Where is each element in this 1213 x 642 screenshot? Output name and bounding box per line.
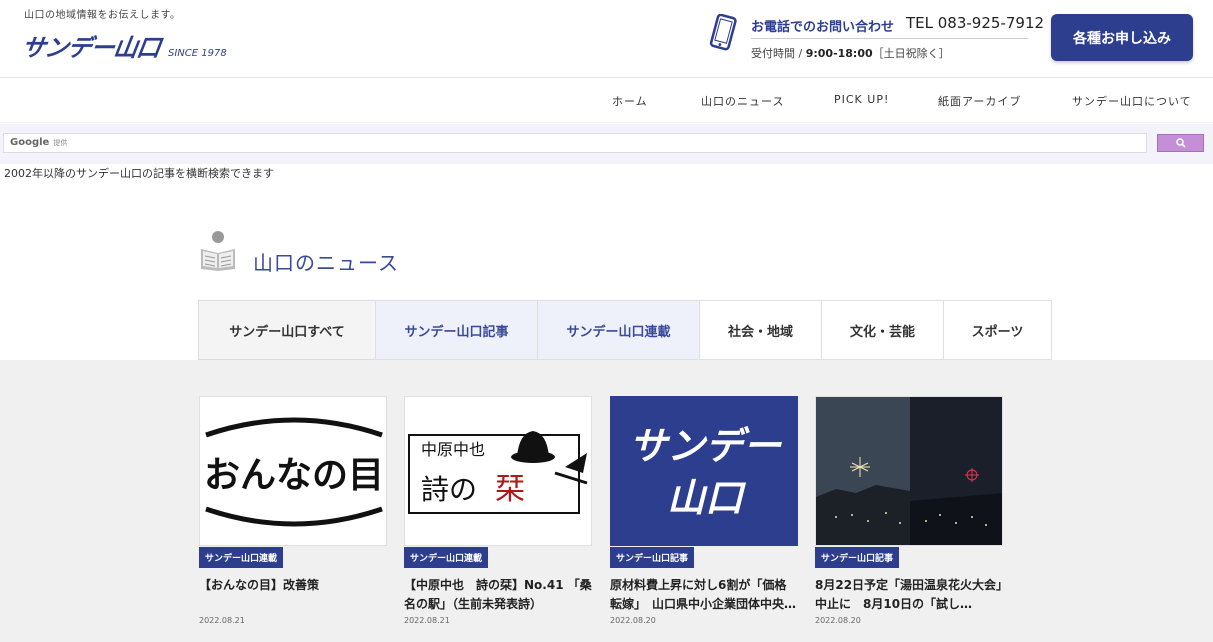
category-badge[interactable]: サンデー山口連載 [404,547,489,568]
article-date: 2022.08.20 [610,616,656,625]
nav-item-archive[interactable]: 紙面アーカイブ [938,93,1021,109]
article-card[interactable]: 中原中也 詩の 栞 サンデー山口連載 【中原中也 詩の栞】No.41 「桑名の駅… [404,396,592,625]
category-tabs: サンデー山口すべて サンデー山口記事 サンデー山口連載 社会・地域 文化・芸能 … [198,300,1052,360]
article-thumbnail[interactable]: 中原中也 詩の 栞 [404,396,592,546]
tab-series[interactable]: サンデー山口連載 [537,300,699,360]
article-date: 2022.08.20 [815,616,861,625]
article-title[interactable]: 原材料費上昇に対し6割が「価格転嫁」 山口県中小企業団体中央… [610,576,798,614]
fireworks-photo [816,397,1002,545]
article-title[interactable]: 【中原中也 詩の栞】No.41 「桑名の駅」（生前未発表詩） [404,576,592,614]
category-badge[interactable]: サンデー山口記事 [610,547,695,568]
tab-articles[interactable]: サンデー山口記事 [375,300,537,360]
thumb-red-text: 栞 [495,472,525,507]
tab-sports[interactable]: スポーツ [943,300,1052,360]
apply-button[interactable]: 各種お申し込み [1051,14,1193,61]
hours-value: 9:00-18:00 [805,47,873,60]
thumb-top-text: 中原中也 [421,440,485,459]
sunday-yamaguchi-logo-image: サンデー 山口 [629,424,782,520]
site-header: 山口の地域情報をお伝えします。 サンデー山口 SINCE 1978 お電話でのお… [0,0,1213,78]
nav-item-news[interactable]: 山口のニュース [701,93,784,109]
site-logo[interactable]: サンデー山口 SINCE 1978 [19,28,227,63]
contact-divider [751,38,1028,39]
hours-note: ［土日祝除く］ [872,47,950,60]
onna-no-me-image: おんなの目 [204,417,384,527]
article-card[interactable]: サンデー 山口 サンデー山口記事 原材料費上昇に対し6割が「価格転嫁」 山口県中… [610,396,798,625]
hours-label: 受付時間 / [751,47,806,60]
contact-lead: お電話でのお問い合わせ [751,20,895,35]
logo-text: サンデー山口 [19,34,162,62]
newspaper-reader-icon [201,231,235,271]
shiori-image: 中原中也 詩の 栞 [408,431,588,514]
article-grid [0,360,1213,642]
article-card[interactable]: おんなの目 サンデー山口連載 【おんなの目】改善策 2022.08.21 [199,396,387,625]
article-title[interactable]: 8月22日予定「湯田温泉花火大会」中止に 8月10日の「試し… [815,576,1003,614]
search-note: 2002年以降のサンデー山口の記事を横断検索できます [4,167,274,180]
category-badge[interactable]: サンデー山口記事 [815,547,900,568]
section-title: 山口のニュース [253,251,399,275]
article-date: 2022.08.21 [199,616,245,625]
article-thumbnail[interactable] [815,396,1003,546]
nav-item-home[interactable]: ホーム [612,93,648,109]
tab-culture[interactable]: 文化・芸能 [821,300,943,360]
search-brand-sub: 提供 [53,139,68,147]
nav-item-about[interactable]: サンデー山口について [1072,93,1192,109]
thumb-text: おんなの目 [204,455,384,496]
phone-number[interactable]: TEL 083-925-7912 [906,14,1044,32]
category-badge[interactable]: サンデー山口連載 [199,547,284,568]
nav-item-pickup[interactable]: PICK UP! [834,93,889,106]
thumb-line2: 山口 [667,476,747,520]
logo-since: SINCE 1978 [168,48,227,59]
search-bar: Google 提供 [0,124,1213,164]
business-hours: 受付時間 / 9:00-18:00［土日祝除く］ [751,45,950,61]
search-input[interactable]: Google 提供 [3,133,1147,153]
main-nav: ホーム 山口のニュース PICK UP! 紙面アーカイブ サンデー山口について [0,78,1213,123]
article-date: 2022.08.21 [404,616,450,625]
article-card[interactable]: サンデー山口記事 8月22日予定「湯田温泉花火大会」中止に 8月10日の「試し…… [815,396,1003,625]
article-title[interactable]: 【おんなの目】改善策 [199,576,387,614]
tab-society[interactable]: 社会・地域 [699,300,821,360]
thumb-line1: サンデー [629,424,782,468]
thumb-main-text: 詩の [421,473,477,506]
site-tagline: 山口の地域情報をお伝えします。 [24,10,181,21]
search-button[interactable] [1157,134,1204,152]
tab-all[interactable]: サンデー山口すべて [198,300,375,360]
search-brand: Google [10,137,50,148]
search-icon [1175,138,1186,148]
smartphone-icon [709,14,737,51]
article-thumbnail[interactable]: おんなの目 [199,396,387,546]
article-thumbnail[interactable]: サンデー 山口 [610,396,798,546]
